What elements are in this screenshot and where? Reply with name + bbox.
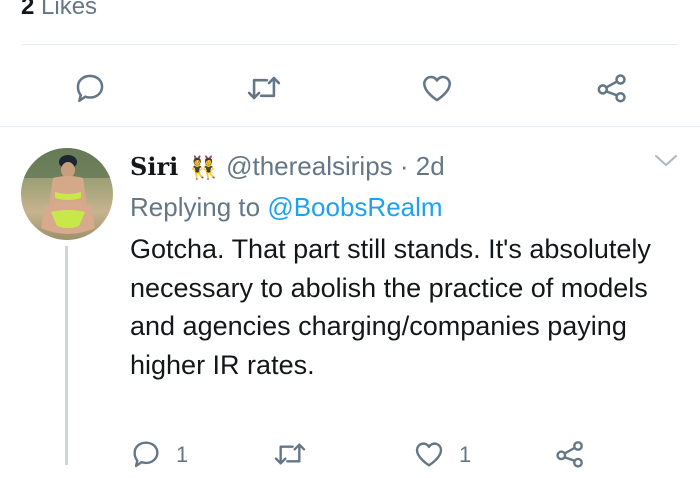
mention-link[interactable]: @BoobsRealm [267, 192, 442, 222]
likes-label: Likes [41, 0, 98, 20]
like-button[interactable]: 1 [413, 438, 471, 472]
retweet-icon [247, 76, 281, 100]
share-button[interactable] [554, 438, 586, 470]
reply-button[interactable]: 1 [130, 438, 188, 472]
like-icon [415, 442, 443, 467]
likes-number: 2 [21, 0, 35, 20]
separator-dot: · [399, 151, 409, 181]
divider [22, 44, 678, 45]
avatar-image [21, 148, 113, 234]
share-button[interactable] [588, 60, 636, 116]
reply-button[interactable] [66, 60, 114, 116]
thread-line [65, 246, 68, 465]
tweet-action-bar [0, 60, 700, 116]
tweet-actions: 1 1 [130, 438, 690, 478]
share-icon [597, 74, 626, 103]
retweet-button[interactable] [240, 60, 288, 116]
timestamp[interactable]: 2d [416, 151, 445, 181]
user-handle[interactable]: @therealsirips [226, 151, 393, 181]
likes-count[interactable]: 2 Likes [21, 0, 97, 22]
chevron-down-icon [655, 155, 677, 166]
like-button[interactable] [413, 60, 461, 116]
replying-prefix: Replying to [130, 192, 261, 222]
reply-icon [133, 441, 159, 468]
tweet-header: Siri 👯 @therealsirips · 2d [130, 149, 445, 185]
like-count: 1 [459, 442, 472, 467]
retweet-button[interactable] [272, 438, 322, 470]
display-name[interactable]: Siri [130, 152, 178, 181]
reply-count: 1 [176, 442, 189, 467]
reply-icon [76, 74, 104, 103]
replying-to: Replying to @BoobsRealm [130, 190, 443, 224]
divider [0, 126, 700, 127]
tweet-text: Gotcha. That part still stands. It's abs… [130, 234, 651, 380]
more-options-button[interactable] [652, 150, 680, 175]
like-icon [422, 75, 452, 102]
avatar[interactable] [21, 148, 113, 240]
name-emoji: 👯 [189, 155, 216, 180]
share-icon [556, 441, 583, 468]
retweet-icon [274, 443, 306, 465]
